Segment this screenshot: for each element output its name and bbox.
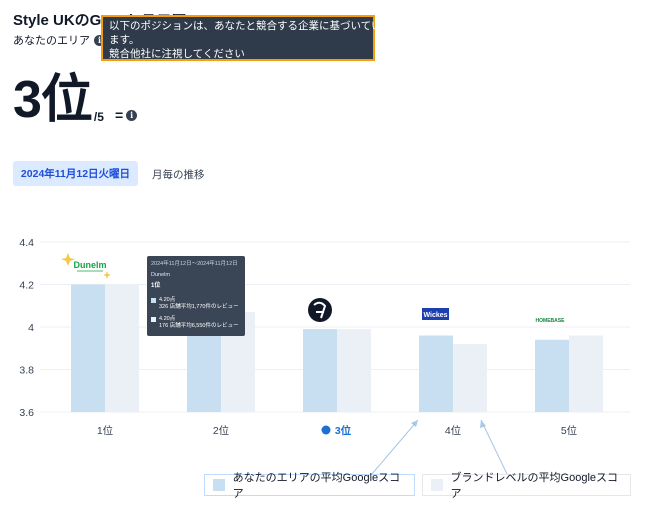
chart-bar[interactable] [419,335,453,413]
x-category-label: 5位 [561,424,578,437]
x-category-label: 2位 [213,424,230,437]
chart-bar[interactable] [569,335,603,413]
y-tick-label: 3.6 [19,407,34,419]
wickes-logo-text: Wickes [423,312,447,319]
y-tick-label: 3.8 [19,365,34,377]
popup-brand-swatch [151,317,156,322]
x-category-label: 1位 [97,424,114,437]
legend-area-average[interactable]: あなたのエリアの平均Googleスコア [204,472,415,500]
popup-score: 4.20点 [159,316,176,322]
current-rank-marker [321,425,331,435]
popup-date-range: 2024年11月12日〜2024年11月12日 [151,261,238,267]
score-chart: 4.4 4.2 4 3.8 3.6 1位 2位 3位 4位 5位 Dunelm Wickes H… [19,237,630,475]
annotation-arrows [371,419,508,475]
chart-bar[interactable] [453,344,487,412]
wickes-logo: Wickes [422,308,449,320]
legend-swatch [213,479,225,491]
chart-bar[interactable] [303,329,337,412]
popup-brand: Dunelm [151,272,170,278]
bar-hover-popup: 2024年11月12日〜2024年11月12日 Dunelm 1位 4.20点 … [147,256,245,336]
popup-row: 4.20点 326 店舗平均1,770件のレビュー [151,297,238,311]
own-brand-logo [308,298,332,322]
y-tick-label: 4.2 [19,280,34,292]
popup-area-swatch [151,298,156,303]
popup-detail: 326 店舗平均1,770件のレビュー [159,304,239,310]
homebase-logo-text: HOMEBASE [536,318,566,324]
chart-bar[interactable] [105,284,139,413]
dunelm-logo-text: Dunelm [73,260,106,270]
y-tick-label: 4 [28,322,34,334]
chart-bar[interactable] [535,339,569,412]
x-category-label: 3位 [335,424,352,437]
y-tick-label: 4.4 [19,237,34,249]
legend-brand-average[interactable]: ブランドレベルの平均Googleスコア [422,472,631,500]
popup-score: 4.20点 [159,297,176,303]
homebase-logo: HOMEBASE [536,318,566,324]
legend-label: あなたのエリアの平均Googleスコア [232,472,401,500]
popup-detail: 176 店舗平均6,550件のレビュー [159,323,239,329]
chart-bar[interactable] [337,329,371,412]
dunelm-logo: Dunelm [61,253,111,279]
popup-rank: 1位 [151,283,161,289]
popup-row: 4.20点 176 店舗平均6,550件のレビュー [151,316,238,330]
legend-swatch [431,479,443,491]
legend-label: ブランドレベルの平均Googleスコア [450,472,619,500]
x-category-label: 4位 [445,424,462,437]
chart-bar[interactable] [71,284,105,413]
